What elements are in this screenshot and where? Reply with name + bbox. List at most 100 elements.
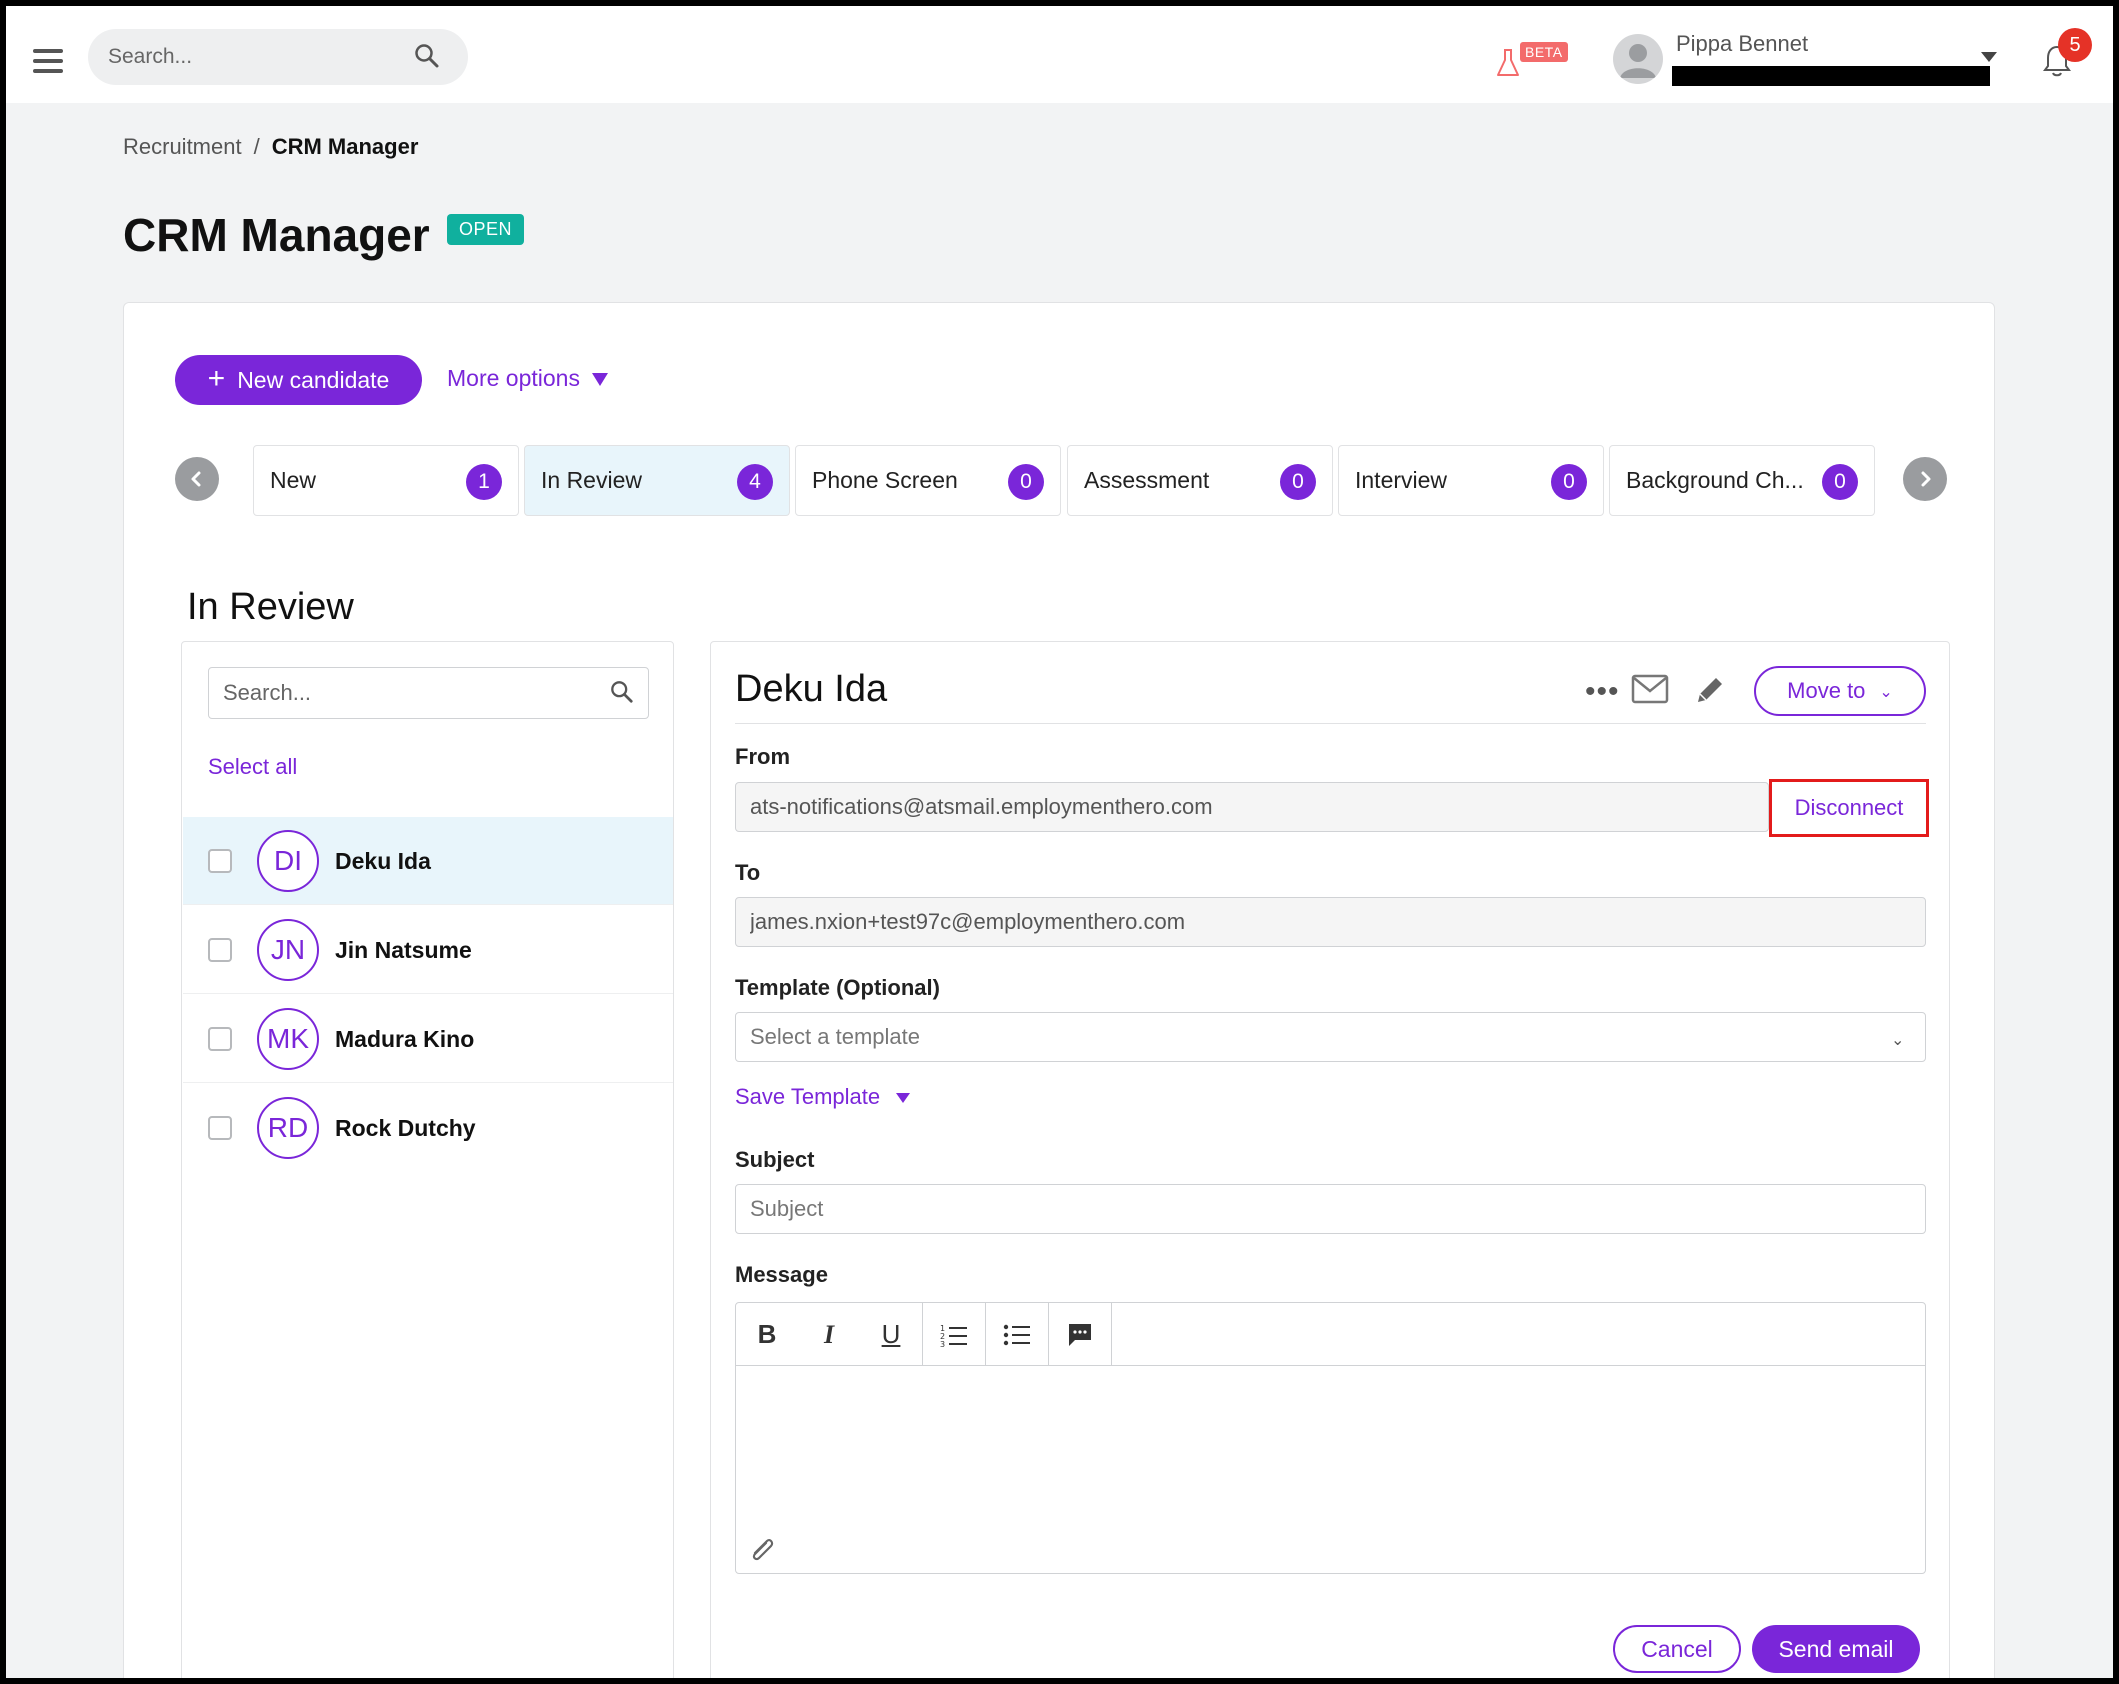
plus-icon: +	[207, 361, 226, 395]
stage-count-badge: 0	[1008, 464, 1044, 500]
candidate-row[interactable]: MK Madura Kino	[183, 995, 673, 1083]
candidate-name: Deku Ida	[335, 848, 431, 874]
stage-tab-phone-screen[interactable]: Phone Screen 0	[795, 445, 1061, 516]
message-body-input[interactable]	[736, 1367, 1925, 1527]
save-template-dropdown[interactable]: Save Template	[735, 1084, 911, 1110]
candidate-checkbox[interactable]	[208, 1116, 232, 1140]
notification-count-badge: 5	[2058, 28, 2092, 62]
candidate-avatar: JN	[257, 919, 319, 981]
ordered-list-icon[interactable]: 123	[923, 1303, 985, 1366]
stage-count-badge: 0	[1280, 464, 1316, 500]
global-search-input[interactable]	[88, 29, 468, 85]
candidate-avatar: MK	[257, 1008, 319, 1070]
move-to-button[interactable]: Move to ⌄	[1754, 666, 1926, 716]
chevron-right-icon	[1921, 471, 1931, 487]
send-email-button[interactable]: Send email	[1752, 1625, 1920, 1673]
breadcrumb-recruitment-link[interactable]: Recruitment	[123, 134, 242, 159]
candidate-checkbox[interactable]	[208, 849, 232, 873]
candidate-row[interactable]: DI Deku Ida	[183, 817, 673, 905]
flask-icon	[1496, 48, 1520, 84]
to-field[interactable]	[735, 897, 1926, 947]
user-name[interactable]: Pippa Bennet	[1676, 31, 1808, 57]
page-title: CRM Manager	[123, 209, 430, 261]
stage-tab-new[interactable]: New 1	[253, 445, 519, 516]
search-icon[interactable]	[610, 680, 634, 710]
template-label: Template (Optional)	[735, 975, 940, 1000]
user-avatar[interactable]	[1613, 34, 1663, 84]
status-badge: OPEN	[447, 214, 525, 245]
editor-toolbar: B I U 123	[736, 1303, 1925, 1366]
stage-count-badge: 0	[1822, 464, 1858, 500]
italic-button[interactable]: I	[798, 1303, 860, 1366]
template-select[interactable]	[735, 1012, 1926, 1062]
divider	[735, 723, 1926, 724]
from-label: From	[735, 744, 790, 769]
candidate-list-panel: Select all DI Deku Ida JN Jin Natsume MK…	[181, 641, 674, 1678]
candidate-row[interactable]: JN Jin Natsume	[183, 906, 673, 994]
breadcrumb-current: CRM Manager	[271, 134, 419, 159]
svg-text:3: 3	[940, 1340, 945, 1347]
toolbar-separator	[1111, 1303, 1112, 1366]
stage-count-badge: 4	[737, 464, 773, 500]
new-candidate-button[interactable]: + New candidate	[175, 355, 422, 405]
from-field	[735, 782, 1769, 832]
message-label: Message	[735, 1262, 828, 1287]
stage-count-badge: 1	[466, 464, 502, 500]
stage-tab-assessment[interactable]: Assessment 0	[1067, 445, 1333, 516]
candidate-row[interactable]: RD Rock Dutchy	[183, 1084, 673, 1172]
underline-button[interactable]: U	[860, 1303, 922, 1366]
stage-label: Interview	[1355, 467, 1448, 493]
chevron-down-icon: ⌄	[1879, 684, 1893, 702]
breadcrumb-separator: /	[253, 134, 260, 159]
move-to-label: Move to	[1787, 678, 1866, 703]
stage-section-title: In Review	[187, 586, 354, 628]
candidate-title: Deku Ida	[735, 668, 888, 710]
user-menu-caret-icon[interactable]	[1981, 52, 1997, 62]
chevron-down-icon: ⌄	[1891, 1032, 1905, 1049]
more-options-dropdown[interactable]: More options	[447, 365, 608, 392]
job-card: + New candidate More options New 1 In Re…	[123, 302, 1995, 1678]
more-options-label: More options	[447, 365, 580, 391]
stage-label: Assessment	[1084, 467, 1210, 493]
beta-features-button[interactable]: BETA	[1490, 38, 1570, 82]
pencil-icon[interactable]	[1694, 674, 1726, 712]
more-actions-icon[interactable]: •••	[1585, 677, 1620, 707]
mail-icon[interactable]	[1631, 674, 1669, 710]
stage-tab-background-check[interactable]: Background Ch... 0	[1609, 445, 1875, 516]
caret-down-icon	[896, 1093, 911, 1104]
candidate-avatar: DI	[257, 830, 319, 892]
candidate-name: Jin Natsume	[335, 937, 472, 963]
caret-down-icon	[591, 373, 608, 387]
candidate-avatar: RD	[257, 1097, 319, 1159]
bold-button[interactable]: B	[736, 1303, 798, 1366]
candidate-checkbox[interactable]	[208, 938, 232, 962]
stages-next-arrow[interactable]	[1903, 457, 1947, 501]
hamburger-menu-icon[interactable]	[33, 49, 63, 73]
cancel-button[interactable]: Cancel	[1613, 1625, 1741, 1673]
to-label: To	[735, 860, 761, 885]
disconnect-button[interactable]: Disconnect	[1769, 779, 1929, 837]
stage-tab-in-review[interactable]: In Review 4	[524, 445, 790, 516]
subject-input[interactable]	[735, 1184, 1926, 1234]
stage-tab-interview[interactable]: Interview 0	[1338, 445, 1604, 516]
search-icon[interactable]	[414, 43, 440, 75]
comment-icon[interactable]	[1049, 1303, 1111, 1366]
bullet-list-icon[interactable]	[986, 1303, 1048, 1366]
top-bar: BETA Pippa Bennet 5	[6, 6, 2113, 103]
candidate-search-input[interactable]	[208, 667, 649, 719]
save-template-label: Save Template	[735, 1084, 881, 1109]
candidate-name: Rock Dutchy	[335, 1115, 476, 1141]
candidate-detail-panel: Deku Ida ••• Move to ⌄ From Disconnect To…	[710, 641, 1950, 1678]
paperclip-icon[interactable]	[746, 1535, 778, 1573]
stages-prev-arrow[interactable]	[175, 457, 219, 501]
message-editor: B I U 123	[735, 1302, 1926, 1574]
breadcrumb: Recruitment / CRM Manager	[123, 134, 418, 160]
candidate-checkbox[interactable]	[208, 1027, 232, 1051]
stage-label: Phone Screen	[812, 467, 958, 493]
app-window: BETA Pippa Bennet 5 Recruitment / CRM Mana…	[6, 6, 2113, 1678]
chevron-left-icon	[191, 471, 201, 487]
stage-label: New	[270, 467, 317, 493]
new-candidate-label: New candidate	[237, 366, 390, 393]
beta-badge: BETA	[1520, 42, 1568, 62]
select-all-link[interactable]: Select all	[208, 754, 297, 780]
